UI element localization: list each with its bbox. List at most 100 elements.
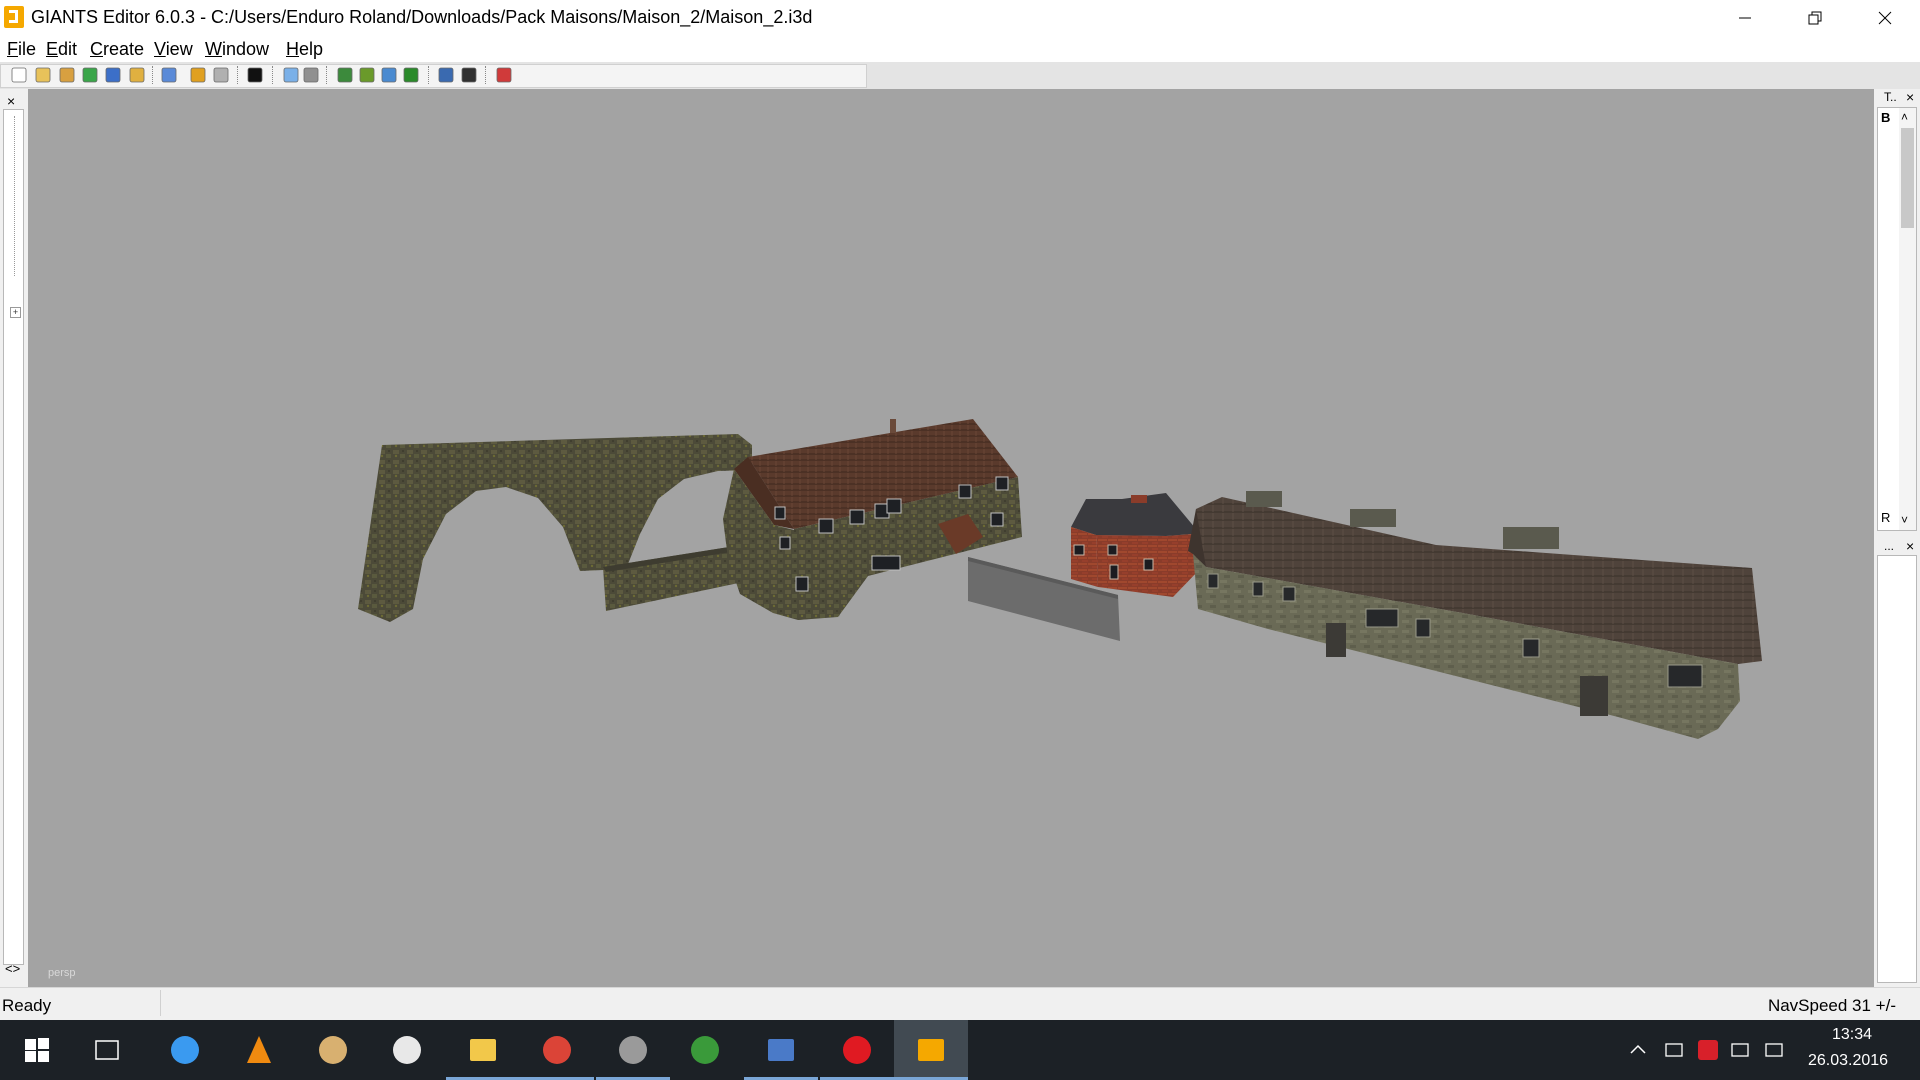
scroll-thumb[interactable] xyxy=(1901,128,1914,228)
reload-button[interactable] xyxy=(81,66,99,84)
windows-taskbar: 13:34 26.03.2016 xyxy=(0,1020,1920,1080)
toolbar-separator xyxy=(237,66,239,84)
menu-create[interactable]: Create xyxy=(90,39,144,60)
toolbar xyxy=(0,62,1920,90)
3d-viewport[interactable]: persp xyxy=(28,89,1874,987)
menu-help[interactable]: Help xyxy=(286,39,323,60)
toolbar-separator xyxy=(272,66,274,84)
menu-window[interactable]: Window xyxy=(205,39,269,60)
right-top-panel-close-button[interactable]: × xyxy=(1906,89,1914,105)
video-editor-icon xyxy=(619,1036,647,1064)
vertical-scrollbar[interactable]: ˄ ˅ xyxy=(1899,108,1916,530)
clock-time[interactable]: 13:34 xyxy=(1832,1026,1872,1044)
windows-start-taskbar-button[interactable] xyxy=(0,1020,74,1080)
restore-button[interactable] xyxy=(1780,0,1850,35)
chrome-taskbar-button[interactable] xyxy=(520,1020,594,1080)
panel-nav-arrows[interactable]: <> xyxy=(5,961,20,976)
left-panel-close-button[interactable]: × xyxy=(7,93,15,109)
terrain-paint-button[interactable] xyxy=(336,66,354,84)
new-file-button[interactable] xyxy=(10,66,28,84)
scroll-up-icon[interactable]: ˄ xyxy=(1901,110,1908,124)
remote-desktop-taskbar-button[interactable] xyxy=(744,1020,818,1080)
status-text: Ready xyxy=(2,996,52,1015)
right-top-panel-text: B xyxy=(1881,110,1891,125)
obs-taskbar-button[interactable] xyxy=(370,1020,444,1080)
tree-expand-icon[interactable]: + xyxy=(10,307,21,318)
scale-gizmo-button[interactable] xyxy=(460,66,478,84)
obs-icon xyxy=(393,1036,421,1064)
thunderbolt-app-taskbar-button[interactable] xyxy=(148,1020,222,1080)
thunderbolt-app-icon xyxy=(171,1036,199,1064)
minimize-icon xyxy=(1739,17,1751,18)
opera-icon xyxy=(843,1036,871,1064)
menu-bar: File Edit Create View Window Help xyxy=(0,35,1920,62)
close-button[interactable] xyxy=(1850,0,1920,35)
right-top-panel-title: T.. xyxy=(1884,90,1897,104)
clock-date[interactable]: 26.03.2016 xyxy=(1808,1052,1888,1070)
video-editor-taskbar-button[interactable] xyxy=(596,1020,670,1080)
action-center-icon[interactable] xyxy=(1762,1038,1786,1062)
network-icon[interactable] xyxy=(1728,1038,1752,1062)
paint-palette-taskbar-button[interactable] xyxy=(296,1020,370,1080)
export-button[interactable] xyxy=(128,66,146,84)
new-file-icon xyxy=(11,67,27,83)
undo-button[interactable] xyxy=(189,66,207,84)
window-title: GIANTS Editor 6.0.3 - C:/Users/Enduro Ro… xyxy=(31,7,813,27)
right-top-panel[interactable]: B R ˄ ˅ xyxy=(1877,107,1917,531)
giants-editor-taskbar-icon xyxy=(918,1039,944,1061)
status-bar: Ready NavSpeed 31 +/- xyxy=(0,987,1920,1020)
chrome-icon xyxy=(543,1036,571,1064)
show-desktop-button[interactable] xyxy=(1901,1020,1920,1080)
antivirus-icon[interactable] xyxy=(1696,1038,1720,1062)
paint-palette-icon xyxy=(319,1036,347,1064)
scale-gizmo-icon xyxy=(461,67,477,83)
brick-house-model[interactable] xyxy=(1071,493,1200,597)
play-button[interactable] xyxy=(246,66,264,84)
terrain-lower-button[interactable] xyxy=(380,66,398,84)
play-icon xyxy=(247,67,263,83)
scenegraph-tree[interactable]: + xyxy=(3,109,24,965)
menu-view[interactable]: View xyxy=(154,39,193,60)
foliage-paint-button[interactable] xyxy=(402,66,420,84)
volume-icon[interactable] xyxy=(1662,1038,1686,1062)
rotate-gizmo-button[interactable] xyxy=(437,66,455,84)
status-separator xyxy=(160,990,161,1016)
task-view-taskbar-button[interactable] xyxy=(70,1020,144,1080)
minimize-button[interactable] xyxy=(1710,0,1780,35)
vlc-taskbar-button[interactable] xyxy=(222,1020,296,1080)
menu-file[interactable]: File xyxy=(7,39,36,60)
terrain-raise-button[interactable] xyxy=(358,66,376,84)
long-barn-model[interactable] xyxy=(1188,491,1762,739)
import-button[interactable] xyxy=(160,66,178,84)
arch-bridge-model[interactable] xyxy=(358,434,752,622)
save-button[interactable] xyxy=(104,66,122,84)
open-folder-icon xyxy=(35,67,51,83)
remote-desktop-icon xyxy=(768,1039,794,1061)
redo-button[interactable] xyxy=(212,66,230,84)
edit-file-button[interactable] xyxy=(58,66,76,84)
scroll-down-icon[interactable]: ˅ xyxy=(1901,513,1908,527)
file-explorer-taskbar-button[interactable] xyxy=(446,1020,520,1080)
close-icon xyxy=(1878,11,1892,24)
open-folder-button[interactable] xyxy=(34,66,52,84)
chevron-up-icon[interactable] xyxy=(1626,1038,1650,1062)
scissors-app-taskbar-button[interactable] xyxy=(668,1020,742,1080)
opera-taskbar-button[interactable] xyxy=(820,1020,894,1080)
nav-speed-indicator: NavSpeed 31 +/- xyxy=(1767,996,1896,1015)
redo-icon xyxy=(213,67,229,83)
right-bottom-panel[interactable] xyxy=(1877,555,1917,983)
right-bottom-panel-close-button[interactable]: × xyxy=(1906,538,1914,554)
giants-editor-taskbar-taskbar-button[interactable] xyxy=(894,1020,968,1080)
giants-logo-icon xyxy=(4,6,24,28)
reload-icon xyxy=(82,67,98,83)
menu-edit[interactable]: Edit xyxy=(46,39,77,60)
terrain-raise-icon xyxy=(359,67,375,83)
title-bar[interactable]: GIANTS Editor 6.0.3 - C:/Users/Enduro Ro… xyxy=(0,0,1920,35)
toolbar-separator xyxy=(326,66,328,84)
vlc-icon xyxy=(247,1036,271,1063)
select-mode-button[interactable] xyxy=(282,66,300,84)
scissors-app-icon xyxy=(691,1036,719,1064)
delete-button[interactable] xyxy=(495,66,513,84)
magnet-button[interactable] xyxy=(302,66,320,84)
camera-label: persp xyxy=(48,967,76,979)
